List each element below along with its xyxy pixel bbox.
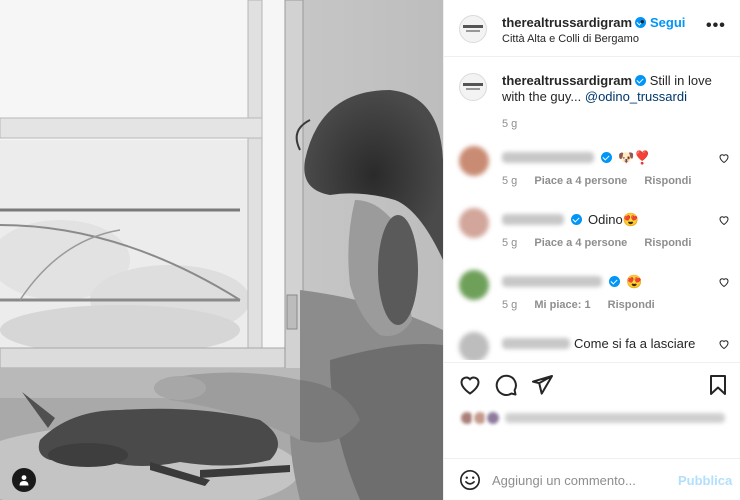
commenter-username[interactable] <box>502 276 602 287</box>
caption-avatar[interactable] <box>459 73 487 101</box>
commenter-username[interactable] <box>502 152 594 163</box>
comment-text: 🐶❣️ <box>618 150 651 165</box>
comment-like-icon[interactable] <box>718 276 730 288</box>
commenter-username[interactable] <box>502 338 570 349</box>
comment-bubble-icon[interactable] <box>494 373 518 397</box>
comment-text: Come si fa a lasciare <box>574 336 696 351</box>
like-heart-icon[interactable] <box>458 373 482 397</box>
verified-badge-icon <box>571 214 582 225</box>
tagged-users-button[interactable] <box>12 468 36 492</box>
reply-button[interactable]: Rispondi <box>608 299 655 311</box>
comment-body: 😍 <box>502 274 642 290</box>
comment-input[interactable] <box>492 469 667 491</box>
comment-text: Odino😍 <box>588 212 639 227</box>
share-plane-icon[interactable] <box>530 373 554 397</box>
separator-dot: • <box>640 14 645 29</box>
reply-button[interactable]: Rispondi <box>644 237 691 249</box>
comment-item: 😍 5 g Mi piace: 1 Rispondi <box>444 270 740 330</box>
comment-text: 😍 <box>626 274 643 289</box>
comment-time: 5 g <box>502 299 518 311</box>
add-comment-bar: Pubblica <box>444 458 740 500</box>
verified-badge-icon <box>635 75 647 86</box>
post-photo[interactable] <box>0 0 443 500</box>
emoji-smiley-icon[interactable] <box>459 469 481 491</box>
comments-list[interactable]: therealtrussardigram Still in love with … <box>444 58 740 360</box>
caption-mention[interactable]: @odino_trussardi <box>585 89 687 104</box>
liker-avatar <box>485 410 501 426</box>
save-bookmark-icon[interactable] <box>706 373 730 397</box>
caption-username[interactable]: therealtrussardigram <box>502 73 632 88</box>
commenter-avatar[interactable] <box>459 208 489 238</box>
comment-like-icon[interactable] <box>718 152 730 164</box>
comment-likes[interactable]: Piace a 4 persone <box>534 237 627 249</box>
comment-item: Odino😍 5 g Piace a 4 persone Rispondi <box>444 208 740 268</box>
photo-image <box>0 0 443 500</box>
commenter-avatar[interactable] <box>459 270 489 300</box>
comment-meta: 5 g Mi piace: 1 Rispondi <box>502 299 669 311</box>
comment-body: Odino😍 <box>502 212 639 228</box>
follow-button[interactable]: Segui <box>650 15 685 30</box>
liked-by-text <box>505 413 725 423</box>
comment-meta: 5 g Piace a 4 persone Rispondi <box>502 175 705 187</box>
post-actions <box>444 362 740 458</box>
comment-like-icon[interactable] <box>718 338 730 350</box>
comment-likes[interactable]: Piace a 4 persone <box>534 175 627 187</box>
comment-body: Come si fa a lasciare <box>502 336 695 351</box>
comment-body: 🐶❣️ <box>502 150 650 166</box>
post-location[interactable]: Città Alta e Colli di Bergamo <box>502 33 639 45</box>
commenter-avatar[interactable] <box>459 332 489 360</box>
commenter-username[interactable] <box>502 214 564 225</box>
author-avatar[interactable] <box>459 15 487 43</box>
comment-item: Come si fa a lasciare <box>444 332 740 360</box>
reply-button[interactable]: Rispondi <box>644 175 691 187</box>
comment-time: 5 g <box>502 175 518 187</box>
comment-time: 5 g <box>502 237 518 249</box>
caption-time: 5 g <box>502 118 518 130</box>
comment-like-icon[interactable] <box>718 214 730 226</box>
liked-by-row[interactable] <box>459 407 729 429</box>
post-side-panel: therealtrussardigram • Segui Città Alta … <box>443 0 740 500</box>
more-options-icon[interactable]: ••• <box>706 18 726 34</box>
comment-item: 🐶❣️ 5 g Piace a 4 persone Rispondi <box>444 146 740 206</box>
author-username[interactable]: therealtrussardigram <box>502 15 647 30</box>
comment-meta: 5 g Piace a 4 persone Rispondi <box>502 237 705 249</box>
commenter-avatar[interactable] <box>459 146 489 176</box>
publish-comment-button[interactable]: Pubblica <box>678 473 732 488</box>
post-header: therealtrussardigram • Segui Città Alta … <box>444 0 740 57</box>
person-icon <box>19 475 29 486</box>
comment-likes[interactable]: Mi piace: 1 <box>534 299 590 311</box>
caption-text: therealtrussardigram Still in love with … <box>502 73 712 105</box>
verified-badge-icon <box>601 152 612 163</box>
verified-badge-icon <box>609 276 620 287</box>
